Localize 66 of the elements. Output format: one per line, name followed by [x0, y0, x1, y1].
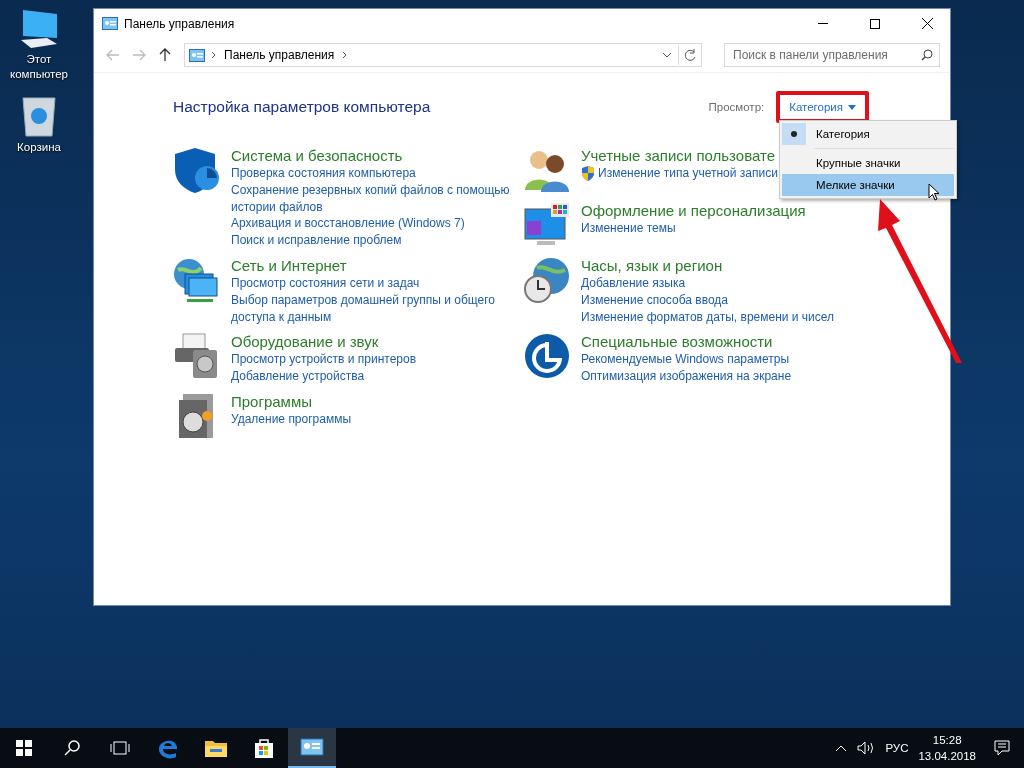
- taskbar-app-button[interactable]: [288, 728, 336, 768]
- folder-icon: [204, 738, 228, 758]
- windows-logo-icon: [16, 740, 32, 756]
- control-panel-icon: [102, 17, 118, 30]
- chevron-up-icon[interactable]: [835, 744, 848, 752]
- network-globe-icon: [173, 256, 221, 304]
- up-arrow-icon: [159, 48, 171, 62]
- category-title-link[interactable]: Часы, язык и регион: [581, 256, 861, 275]
- chevron-right-icon[interactable]: [342, 51, 348, 59]
- recycle-bin-icon[interactable]: [20, 94, 58, 138]
- search-icon: [921, 49, 933, 61]
- category-title-link[interactable]: Программы: [231, 391, 511, 411]
- category-title-link[interactable]: Система и безопасность: [231, 146, 511, 165]
- search-icon: [64, 740, 80, 756]
- category-task-link[interactable]: Просмотр состояния сети и задач: [231, 275, 420, 292]
- shopping-bag-icon: [253, 737, 275, 759]
- clock[interactable]: 15:28 13.04.2018: [918, 732, 976, 764]
- category-title-link[interactable]: Оформление и персонализация: [581, 201, 861, 220]
- page-heading: Настройка параметров компьютера: [173, 98, 431, 116]
- maximize-icon: [870, 18, 880, 29]
- category-task-link[interactable]: Выбор параметров домашней группы и общего доступа к данным: [231, 291, 511, 326]
- close-icon: [921, 18, 933, 29]
- radio-bullet-icon: [791, 131, 797, 137]
- category-task-link[interactable]: Изменение способа ввода: [581, 291, 728, 309]
- control-panel-icon: [189, 48, 205, 62]
- control-panel-icon: [300, 738, 324, 756]
- accessibility-icon: [523, 332, 571, 381]
- category-task-link[interactable]: Добавление языка: [581, 275, 686, 292]
- task-view-icon: [110, 741, 130, 755]
- breadcrumb-item[interactable]: Панель управления: [224, 48, 335, 62]
- desktop-icon-label[interactable]: Корзина: [1, 140, 77, 155]
- category-task-link[interactable]: Поиск и исправление проблем: [231, 232, 402, 249]
- category-task-link[interactable]: Изменение типа учетной записи: [598, 165, 778, 182]
- shield-icon: [581, 165, 595, 181]
- category-task-link[interactable]: Просмотр устройств и принтеров: [231, 351, 417, 369]
- address-bar[interactable]: Панель управления: [184, 43, 702, 67]
- forward-arrow-icon: [132, 49, 146, 61]
- category-task-link[interactable]: Рекомендуемые Windows параметры: [581, 351, 790, 369]
- category-task-link[interactable]: Оптимизация изображения на экране: [581, 368, 792, 385]
- shield-icon: [173, 146, 221, 194]
- caret-icon: [848, 104, 856, 110]
- category-task-link[interactable]: Изменение форматов даты, времени и чисел: [581, 308, 835, 326]
- chevron-down-icon[interactable]: [662, 52, 672, 58]
- chevron-right-icon: [211, 51, 216, 59]
- category-title-link[interactable]: Сеть и Интернет: [231, 256, 511, 275]
- category-task-link[interactable]: Архивация и восстановление (Windows 7): [231, 215, 465, 233]
- window-title: Панель управления: [124, 16, 236, 31]
- view-dropdown[interactable]: Категория: [785, 99, 860, 115]
- menu-item[interactable]: Категория: [782, 123, 954, 145]
- category-task-link[interactable]: Добавление устройства: [231, 368, 365, 385]
- category-task-link[interactable]: Изменение темы: [581, 220, 676, 237]
- menu-item[interactable]: Крупные значки: [782, 152, 954, 174]
- globe-clock-icon: [523, 256, 571, 304]
- mouse-cursor-icon: [928, 183, 940, 201]
- search-field[interactable]: Поиск в панели управления: [724, 43, 940, 67]
- back-arrow-icon: [106, 49, 120, 61]
- category-task-link[interactable]: Удаление программы: [231, 410, 352, 428]
- category-task-link[interactable]: Сохранение резервных копий файлов с помощью истории файлов: [231, 181, 511, 216]
- category-task-link[interactable]: Проверка состояния компьютера: [231, 165, 416, 182]
- desktop-icon-label[interactable]: Этот компьютер: [1, 52, 77, 82]
- category-title-link[interactable]: Специальные возможности: [581, 332, 861, 352]
- view-label: Просмотр:: [708, 101, 765, 113]
- language-indicator[interactable]: РУС: [885, 742, 909, 754]
- category-title-link[interactable]: Оборудование и звук: [231, 332, 511, 352]
- speaker-icon[interactable]: [857, 741, 876, 755]
- minimize-icon: [818, 23, 828, 24]
